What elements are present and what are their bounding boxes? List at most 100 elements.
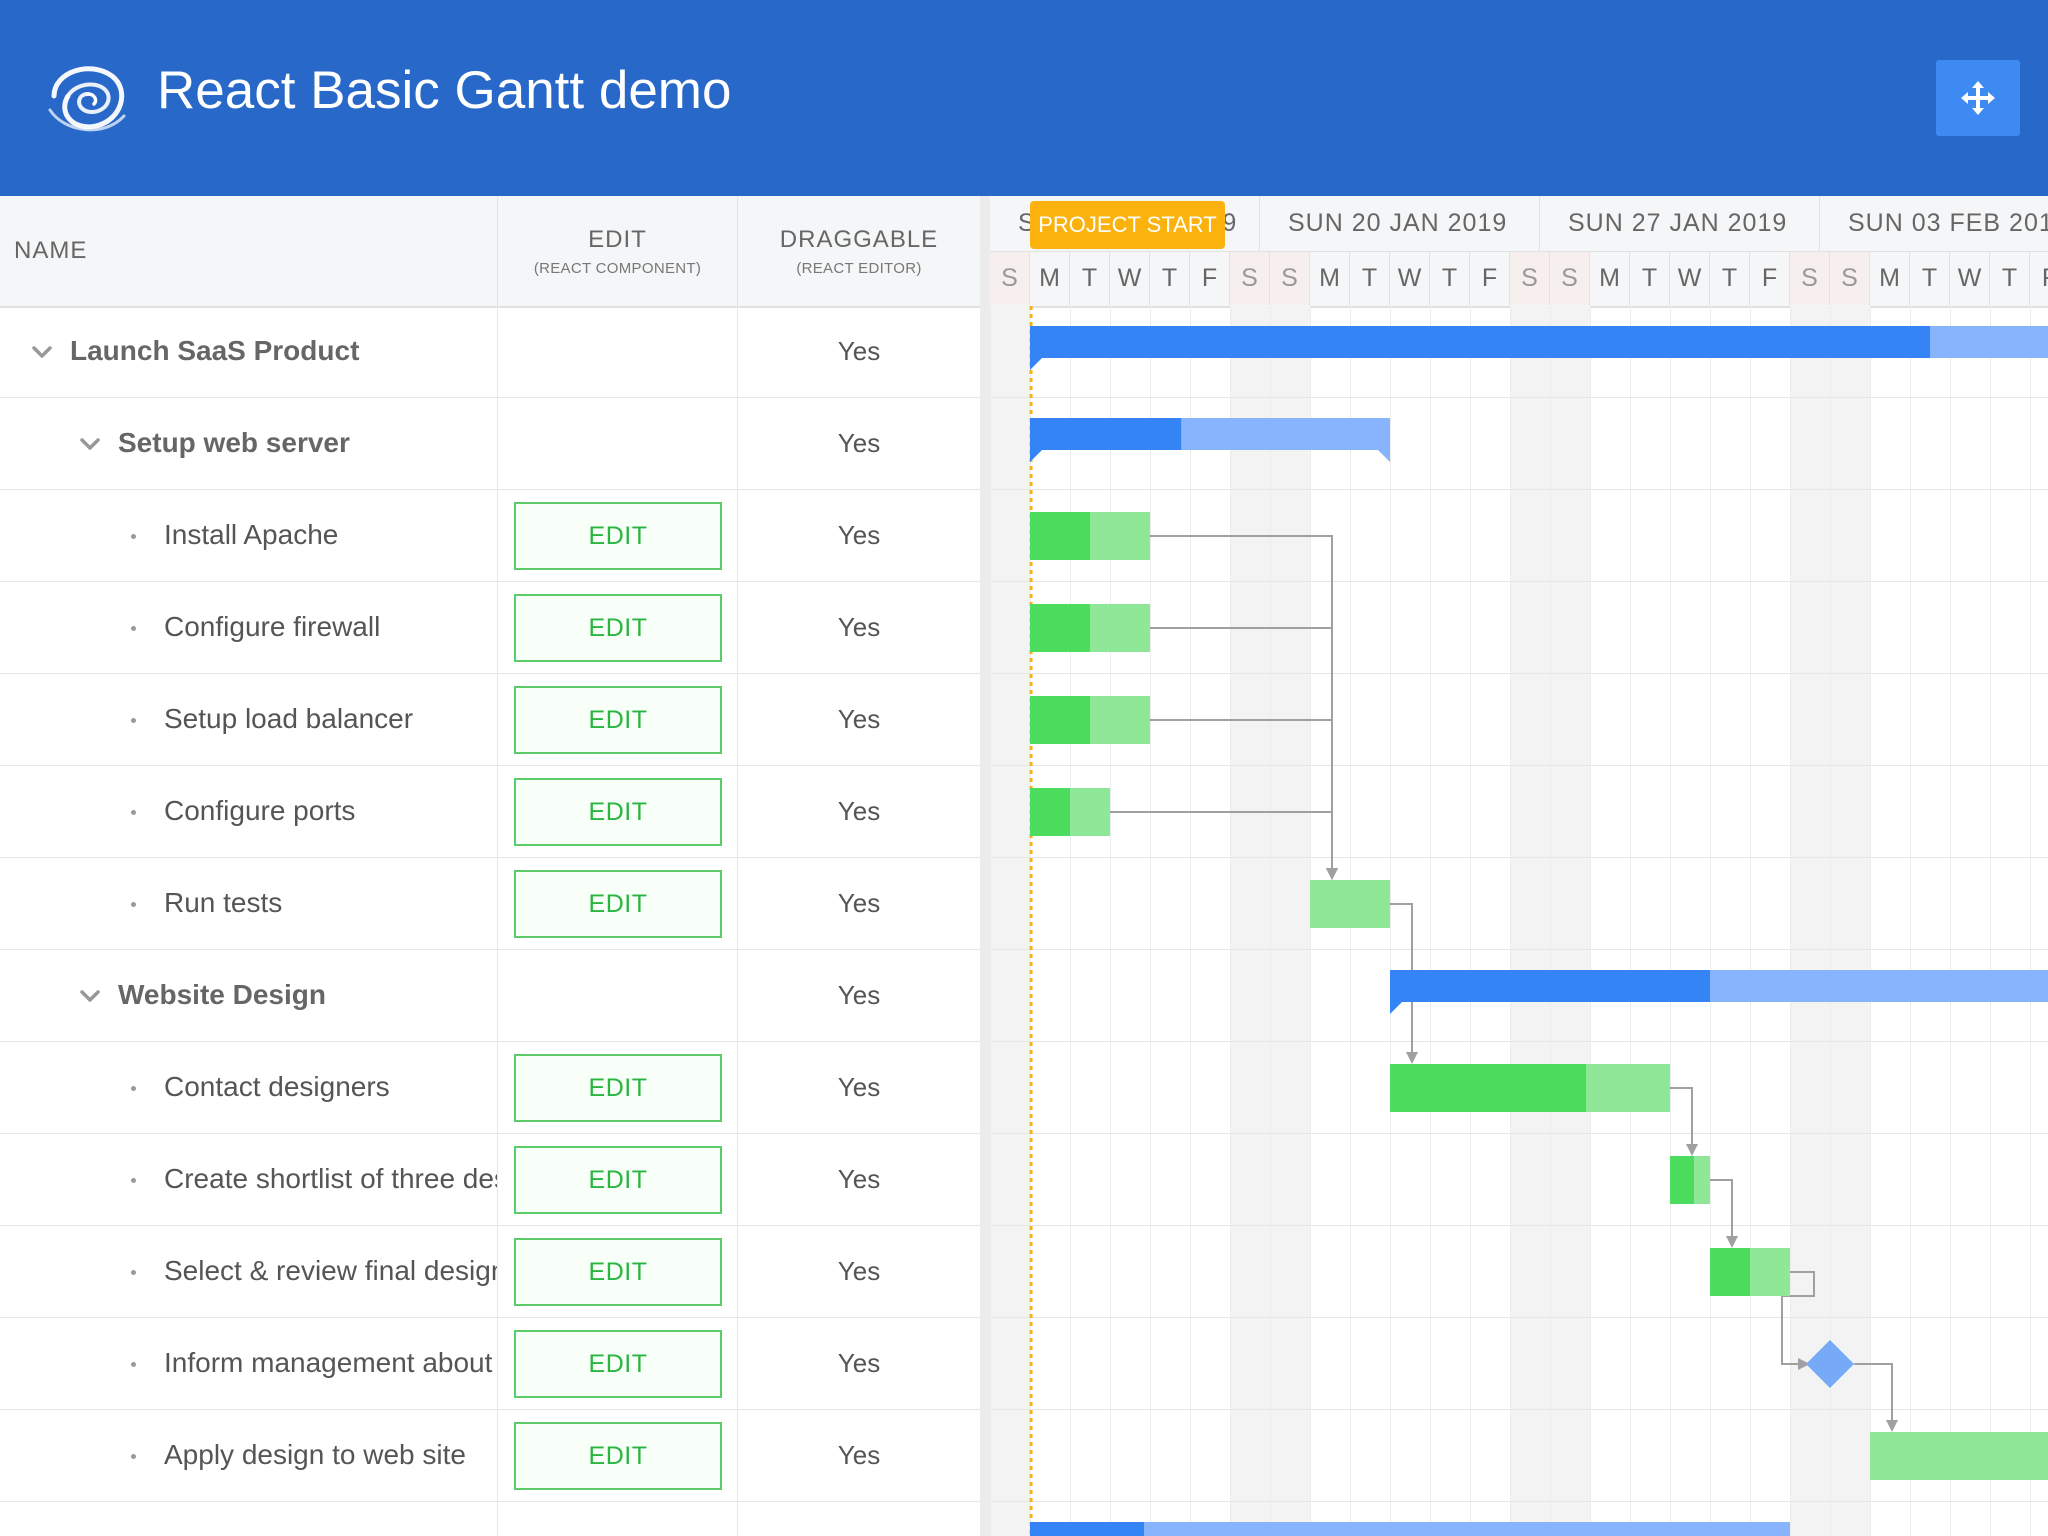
draggable-cell[interactable]: Yes	[738, 766, 980, 858]
grid-splitter[interactable]	[980, 196, 990, 1536]
bullet-icon	[131, 1362, 136, 1367]
edit-cell	[498, 1502, 738, 1536]
edit-cell: EDIT	[498, 766, 738, 858]
chevron-down-icon[interactable]	[76, 982, 104, 1010]
draggable-cell[interactable]: Yes	[738, 398, 980, 490]
day-label: F	[2030, 252, 2048, 305]
table-row[interactable]: Create shortlist of three designers EDITY…	[0, 1134, 980, 1226]
day-label: S	[1790, 252, 1830, 305]
day-label: S	[1550, 252, 1590, 305]
day-label: T	[1630, 252, 1670, 305]
draggable-cell[interactable]: Yes	[738, 1042, 980, 1134]
project-start-marker[interactable]: PROJECT START	[1030, 201, 1225, 249]
grid-body: Launch SaaS Product Yes Setup web server Ye…	[0, 306, 980, 1536]
draggable-cell[interactable]: Yes	[738, 1134, 980, 1226]
spiral-logo-icon	[48, 66, 126, 132]
bullet-icon	[131, 718, 136, 723]
table-row[interactable]: Install Apache EDIT Yes	[0, 490, 980, 582]
day-label: W	[1950, 252, 1990, 305]
edit-button[interactable]: EDIT	[514, 1422, 722, 1490]
name-cell: Select & review final design	[0, 1226, 498, 1318]
link-arrow-icon	[1886, 1420, 1898, 1432]
day-label: T	[1990, 252, 2030, 305]
grid-header: NAME EDIT (REACT COMPONENT) DRAGGABLE (R…	[0, 196, 980, 308]
move-arrows-icon	[1961, 81, 1995, 115]
day-label: T	[1350, 252, 1390, 305]
task-name: Website Design	[118, 979, 326, 1010]
link-arrow-icon	[1406, 1052, 1418, 1064]
chevron-down-icon[interactable]	[76, 430, 104, 458]
table-row[interactable]: Setup Test Strategy Yes	[0, 1502, 980, 1536]
draggable-cell[interactable]: Yes	[738, 1502, 980, 1536]
draggable-cell[interactable]: Yes	[738, 490, 980, 582]
edit-button[interactable]: EDIT	[514, 778, 722, 846]
draggable-cell[interactable]: Yes	[738, 674, 980, 766]
task-grid: NAME EDIT (REACT COMPONENT) DRAGGABLE (R…	[0, 196, 980, 1536]
draggable-cell[interactable]: Yes	[738, 582, 980, 674]
task-bar[interactable]	[1310, 880, 1390, 928]
week-label: SUN 20 JAN 2019	[1260, 196, 1540, 251]
summary-bar-progress	[1030, 418, 1182, 450]
bullet-icon	[131, 1454, 136, 1459]
table-row[interactable]: Website Design Yes	[0, 950, 980, 1042]
table-row[interactable]: Configure ports EDIT Yes	[0, 766, 980, 858]
fullscreen-button[interactable]	[1936, 60, 2020, 136]
bullet-icon	[131, 902, 136, 907]
table-row[interactable]: Launch SaaS Product Yes	[0, 306, 980, 398]
name-cell: Contact designers	[0, 1042, 498, 1134]
draggable-cell[interactable]: Yes	[738, 950, 980, 1042]
dependency-link[interactable]	[1670, 1087, 1693, 1148]
draggable-cell[interactable]: Yes	[738, 858, 980, 950]
table-row[interactable]: Configure firewall EDIT Yes	[0, 582, 980, 674]
task-name: Select & review final design	[164, 1255, 498, 1286]
table-row[interactable]: Select & review final design EDIT Yes	[0, 1226, 980, 1318]
table-row[interactable]: Apply design to web site EDIT Yes	[0, 1410, 980, 1502]
edit-button[interactable]: EDIT	[514, 870, 722, 938]
bullet-icon	[131, 534, 136, 539]
gantt-chart-canvas	[990, 306, 2048, 1536]
day-label: T	[1710, 252, 1750, 305]
table-row[interactable]: Inform management about decision EDITYes	[0, 1318, 980, 1410]
edit-button[interactable]: EDIT	[514, 1238, 722, 1306]
weekend-column	[1230, 306, 1270, 1536]
task-bar-progress	[1670, 1156, 1694, 1204]
page-title: React Basic Gantt demo	[157, 61, 732, 120]
task-name: Contact designers	[164, 1071, 390, 1102]
edit-button[interactable]: EDIT	[514, 502, 722, 570]
table-row[interactable]: Setup load balancer EDIT Yes	[0, 674, 980, 766]
bullet-icon	[131, 626, 136, 631]
draggable-cell[interactable]: Yes	[738, 1318, 980, 1410]
edit-cell: EDIT	[498, 490, 738, 582]
edit-cell: EDIT	[498, 858, 738, 950]
summary-bar-progress	[1030, 326, 1930, 358]
day-label: M	[1310, 252, 1350, 305]
day-label: W	[1110, 252, 1150, 305]
chevron-down-icon[interactable]	[28, 338, 56, 366]
column-header-name[interactable]: NAME	[0, 196, 498, 306]
task-bar[interactable]	[1870, 1432, 2048, 1480]
day-label: F	[1470, 252, 1510, 305]
summary-bar-progress	[1390, 970, 1710, 1002]
summary-end-tick	[1378, 450, 1390, 462]
day-label: S	[1230, 252, 1270, 305]
column-header-edit[interactable]: EDIT (REACT COMPONENT)	[498, 196, 738, 306]
task-bar-progress	[1030, 604, 1090, 652]
name-cell: Setup Test Strategy	[0, 1502, 498, 1536]
column-header-draggable[interactable]: DRAGGABLE (REACT EDITOR)	[738, 196, 980, 306]
draggable-cell[interactable]: Yes	[738, 1226, 980, 1318]
edit-button[interactable]: EDIT	[514, 1146, 722, 1214]
edit-button[interactable]: EDIT	[514, 686, 722, 754]
edit-button[interactable]: EDIT	[514, 1330, 722, 1398]
table-row[interactable]: Setup web server Yes	[0, 398, 980, 490]
table-row[interactable]: Run tests EDIT Yes	[0, 858, 980, 950]
table-row[interactable]: Contact designers EDIT Yes	[0, 1042, 980, 1134]
task-name: Create shortlist of three designers	[164, 1163, 497, 1194]
column-draggable-sublabel: (REACT EDITOR)	[796, 259, 922, 277]
dependency-link[interactable]	[1710, 1179, 1733, 1240]
day-label: F	[1750, 252, 1790, 305]
draggable-cell[interactable]: Yes	[738, 306, 980, 398]
edit-button[interactable]: EDIT	[514, 1054, 722, 1122]
edit-button[interactable]: EDIT	[514, 594, 722, 662]
link-arrow-icon	[1686, 1144, 1698, 1156]
draggable-cell[interactable]: Yes	[738, 1410, 980, 1502]
